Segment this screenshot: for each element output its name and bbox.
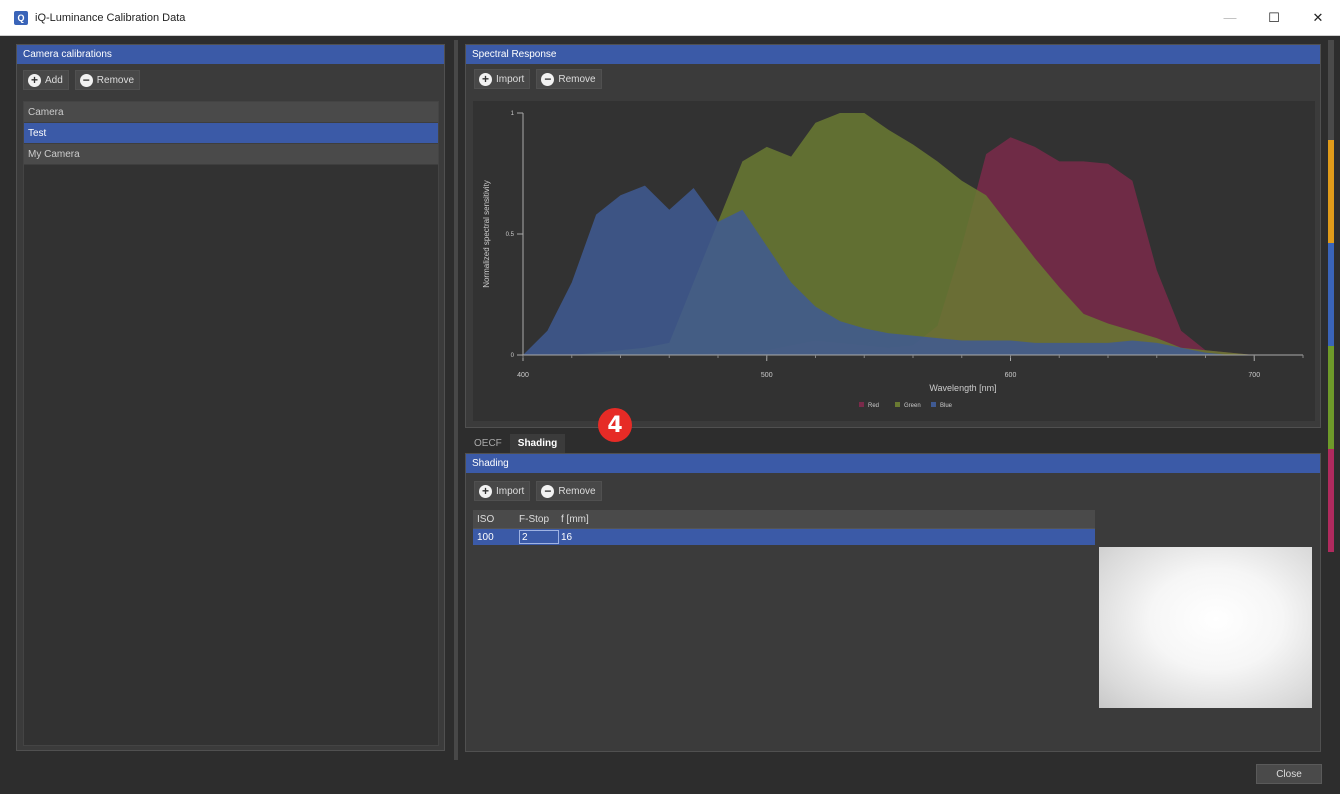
import-spectral-label: Import xyxy=(496,73,525,85)
y-tick-label: 1 xyxy=(511,111,515,117)
minimize-button[interactable]: — xyxy=(1208,0,1252,35)
fstop-edit-field[interactable]: 2 xyxy=(519,530,559,544)
import-spectral-button[interactable]: + Import xyxy=(474,69,531,89)
remove-camera-button[interactable]: − Remove xyxy=(74,70,141,90)
spectral-chart: 400 500 600 700 0 0.5 1 Wavelength [nm] Normaliz… xyxy=(473,101,1315,421)
side-strip-segment xyxy=(1328,40,1334,140)
column-header-fstop[interactable]: F-Stop xyxy=(517,514,559,525)
legend-label: Green xyxy=(904,403,921,409)
legend-swatch xyxy=(895,402,900,407)
spectral-chart-svg: 400 500 600 700 0 0.5 1 Wavelength [nm] Normaliz… xyxy=(482,111,1304,409)
plus-circle-icon: + xyxy=(28,73,41,87)
spectral-response-header: Spectral Response xyxy=(466,45,1320,64)
legend-label: Blue xyxy=(940,403,953,409)
close-window-button[interactable]: ✕ xyxy=(1296,0,1340,35)
panel-splitter[interactable] xyxy=(454,40,458,760)
column-header-iso[interactable]: ISO xyxy=(473,514,517,525)
side-strip-segment xyxy=(1328,243,1334,346)
add-camera-label: Add xyxy=(45,74,63,86)
remove-spectral-button[interactable]: − Remove xyxy=(536,69,602,89)
window-title: iQ-Luminance Calibration Data xyxy=(35,11,186,24)
camera-calibrations-panel: Camera calibrations + Add − Remove Camer… xyxy=(16,44,445,751)
remove-shading-button[interactable]: − Remove xyxy=(536,481,602,501)
remove-camera-label: Remove xyxy=(96,74,135,86)
tab-oecf[interactable]: OECF xyxy=(466,434,510,453)
import-shading-button[interactable]: + Import xyxy=(474,481,531,501)
side-strip-segment xyxy=(1328,346,1334,449)
y-tick-label: 0.5 xyxy=(506,232,515,238)
camera-calibrations-header: Camera calibrations xyxy=(17,45,444,64)
legend-swatch xyxy=(931,402,936,407)
calibration-tabs: OECF Shading xyxy=(466,434,566,453)
camera-list[interactable]: Camera Test My Camera xyxy=(23,101,439,746)
remove-spectral-label: Remove xyxy=(558,73,596,85)
shading-preview-image xyxy=(1099,547,1312,708)
x-tick-label: 600 xyxy=(1005,372,1017,379)
legend-label: Red xyxy=(868,403,879,409)
plus-circle-icon: + xyxy=(479,484,492,498)
import-shading-label: Import xyxy=(496,485,525,497)
camera-list-item[interactable]: Camera xyxy=(24,102,438,123)
y-axis-label: Normalized spectral sensitivity xyxy=(482,180,491,288)
minus-circle-icon: − xyxy=(541,72,555,86)
maximize-button[interactable]: ☐ xyxy=(1252,0,1296,35)
shading-panel: Shading + Import − Remove ISO F-Stop f [… xyxy=(465,453,1321,752)
cell-iso[interactable]: 100 xyxy=(473,532,517,543)
minus-circle-icon: − xyxy=(541,484,555,498)
y-tick-label: 0 xyxy=(511,353,515,359)
cell-focal[interactable]: 16 xyxy=(559,532,1095,543)
step-marker-badge: 4 xyxy=(598,408,632,442)
column-header-focal[interactable]: f [mm] xyxy=(559,514,1095,525)
camera-list-item[interactable]: My Camera xyxy=(24,144,438,165)
side-strip-segment xyxy=(1328,140,1334,243)
close-button[interactable]: Close xyxy=(1256,764,1322,784)
shading-table: ISO F-Stop f [mm] 100 2 16 xyxy=(473,510,1095,746)
spectral-response-panel: Spectral Response + Import − Remove 400 5… xyxy=(465,44,1321,428)
plus-circle-icon: + xyxy=(479,72,492,86)
side-strip-segment xyxy=(1328,449,1334,552)
app-icon: Q xyxy=(14,10,28,25)
tab-shading[interactable]: Shading xyxy=(509,434,566,453)
minus-circle-icon: − xyxy=(79,73,93,87)
remove-shading-label: Remove xyxy=(558,485,596,497)
table-row[interactable]: 100 2 16 xyxy=(473,529,1095,545)
x-tick-label: 500 xyxy=(761,372,773,379)
x-tick-label: 400 xyxy=(517,372,529,379)
shading-header: Shading xyxy=(466,454,1320,473)
cell-fstop[interactable]: 2 xyxy=(517,530,559,544)
x-axis-label: Wavelength [nm] xyxy=(929,383,996,393)
shading-table-header: ISO F-Stop f [mm] xyxy=(473,510,1095,529)
legend-swatch xyxy=(859,402,864,407)
add-camera-button[interactable]: + Add xyxy=(23,70,69,90)
title-bar: Q iQ-Luminance Calibration Data — ☐ ✕ xyxy=(0,0,1340,36)
camera-list-item-selected[interactable]: Test xyxy=(24,123,438,144)
x-tick-label: 700 xyxy=(1248,372,1260,379)
